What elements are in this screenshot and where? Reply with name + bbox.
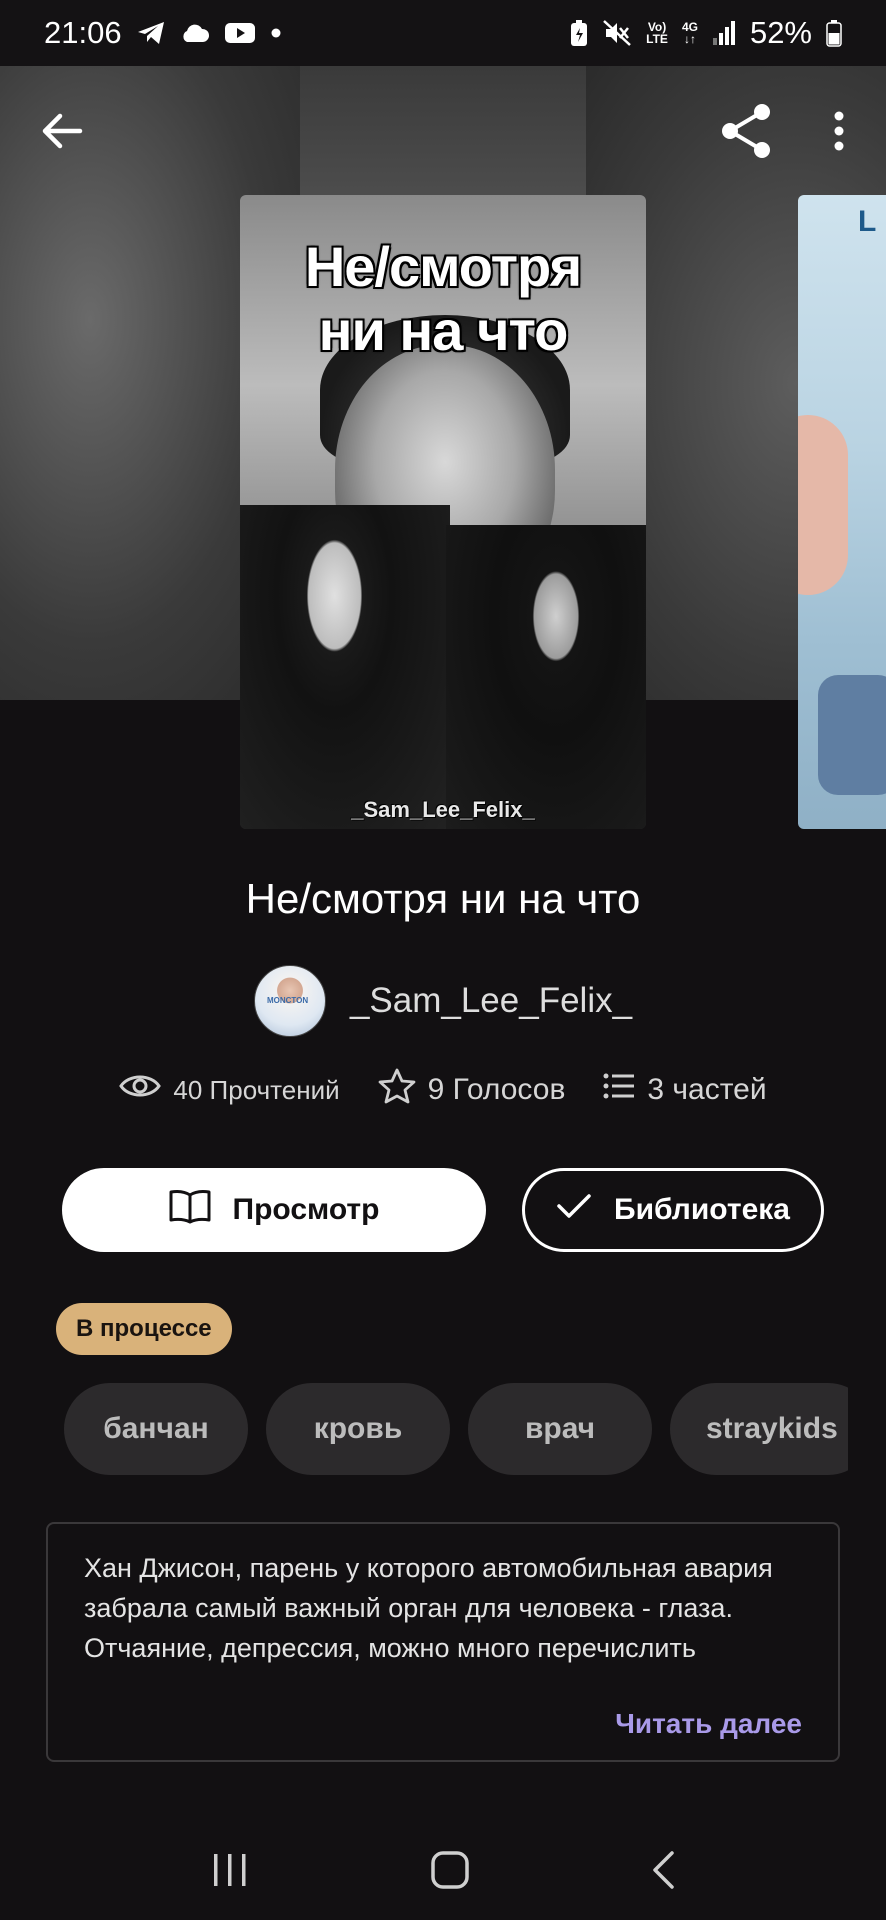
battery-percent: 52%	[749, 15, 812, 50]
status-time: 21:06	[44, 15, 122, 50]
tag-chip[interactable]: банчан	[64, 1383, 248, 1475]
next-book-cover[interactable]: L	[798, 195, 886, 829]
status-bar: 21:06 Vo) LTE 4G ↓↑ 52%	[0, 0, 886, 66]
top-bar	[0, 66, 886, 196]
home-icon[interactable]	[429, 1849, 471, 1891]
description-box[interactable]: Хан Джисон, парень у которого автомобиль…	[46, 1522, 840, 1762]
cover-title: Не/смотря ни на что	[304, 235, 582, 362]
next-cover-figure	[798, 415, 848, 595]
action-buttons: Просмотр Библиотека	[62, 1168, 824, 1252]
status-badge: В процессе	[56, 1303, 232, 1355]
cover-person-left	[240, 505, 450, 829]
avatar[interactable]: MONCTON	[253, 965, 326, 1037]
read-button[interactable]: Просмотр	[62, 1168, 486, 1252]
library-button[interactable]: Библиотека	[522, 1168, 824, 1252]
book-open-icon	[169, 1188, 211, 1232]
mute-icon	[602, 19, 632, 47]
youtube-icon	[224, 21, 256, 45]
reads-stat: 40 Прочтений	[119, 1072, 340, 1108]
next-cover-figure-2	[818, 675, 886, 795]
telegram-icon	[136, 20, 166, 46]
library-button-label: Библиотека	[614, 1193, 790, 1226]
cover-author: _Sam_Lee_Felix_	[351, 797, 535, 822]
tag-chip[interactable]: straykids	[670, 1383, 848, 1475]
volte-icon: Vo) LTE	[646, 20, 668, 46]
avatar-text: MONCTON	[266, 996, 309, 1005]
book-title: Не/смотря ни на что	[245, 875, 641, 922]
star-icon	[378, 1068, 416, 1112]
list-icon	[603, 1072, 635, 1108]
battery-saver-icon	[570, 19, 588, 47]
back-icon[interactable]	[650, 1850, 676, 1890]
parts-count: 3 частей	[647, 1073, 767, 1106]
4g-icon: 4G ↓↑	[681, 20, 698, 46]
cover-person-right	[446, 525, 646, 829]
tags-row: банчан кровь врач straykids	[64, 1383, 848, 1475]
cloud-icon	[180, 22, 210, 44]
status-left: 21:06	[44, 15, 282, 51]
dot-icon	[270, 27, 282, 39]
back-arrow-icon[interactable]	[40, 111, 84, 151]
recents-icon[interactable]	[210, 1852, 250, 1888]
read-button-label: Просмотр	[232, 1193, 380, 1226]
signal-icon	[712, 20, 736, 46]
battery-icon	[826, 19, 842, 47]
share-icon[interactable]	[718, 102, 776, 160]
parts-stat: 3 частей	[603, 1072, 767, 1108]
author-row[interactable]: MONCTON _Sam_Lee_Felix_	[0, 965, 886, 1037]
status-right: Vo) LTE 4G ↓↑ 52%	[570, 15, 842, 51]
author-name[interactable]: _Sam_Lee_Felix_	[350, 981, 632, 1021]
next-cover-text: L	[858, 205, 877, 238]
more-vertical-icon[interactable]	[832, 111, 846, 151]
eye-icon	[119, 1072, 162, 1108]
tag-chip[interactable]: кровь	[266, 1383, 450, 1475]
votes-count: 9 Голосов	[427, 1073, 566, 1106]
tag-chip[interactable]: врач	[468, 1383, 652, 1475]
stats-row: 40 Прочтений 9 Голосов 3 частей	[0, 1068, 886, 1112]
votes-stat: 9 Голосов	[378, 1068, 566, 1112]
checkmark-icon	[556, 1192, 592, 1228]
book-cover[interactable]: Не/смотря ни на что _Sam_Lee_Felix_	[240, 195, 646, 829]
description-text: Хан Джисон, парень у которого автомобиль…	[84, 1553, 773, 1663]
reads-count: 40 Прочтений	[173, 1074, 340, 1105]
system-nav-bar	[0, 1820, 886, 1920]
read-more-link[interactable]: Читать далее	[615, 1708, 802, 1740]
top-bar-actions	[718, 102, 846, 160]
